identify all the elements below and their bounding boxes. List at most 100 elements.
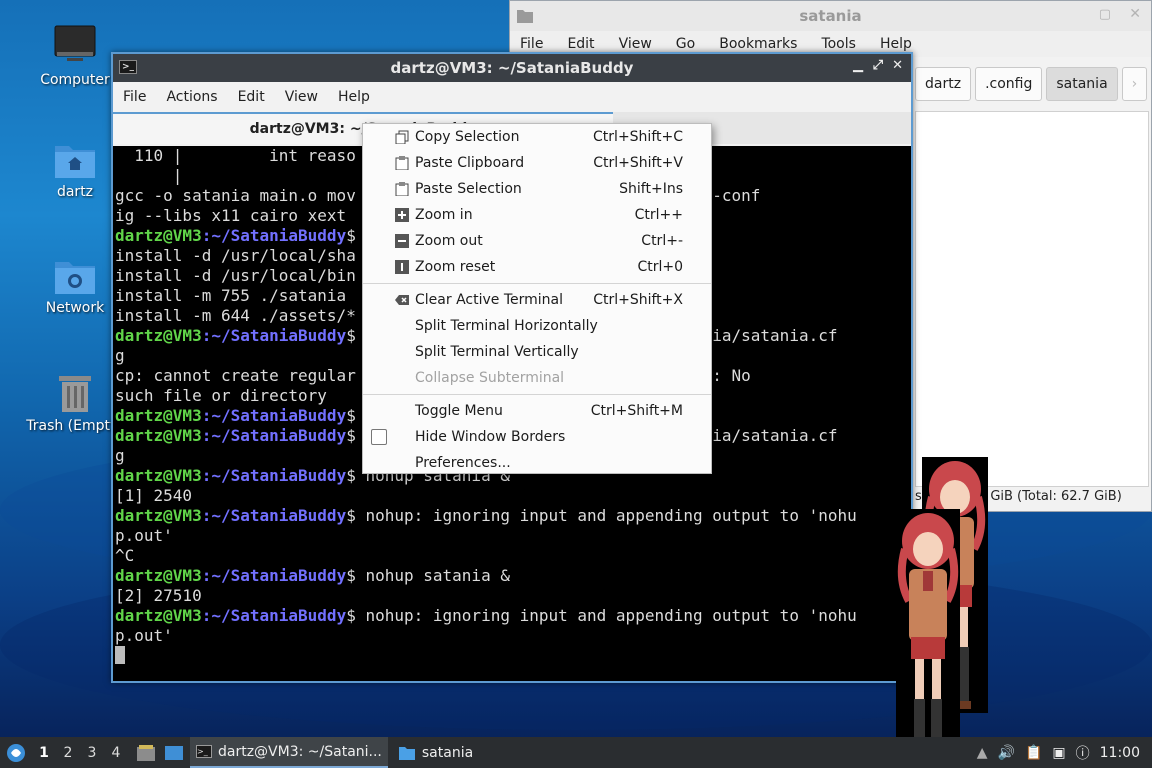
workspace-3[interactable]: 3 (80, 745, 104, 761)
terminal-line: p.out' (115, 526, 173, 545)
prompt-user: dartz@VM3 (115, 566, 202, 585)
fm-menu-go[interactable]: Go (676, 36, 695, 52)
fm-menu-tools[interactable]: Tools (821, 36, 856, 52)
network-folder-icon (55, 262, 95, 294)
system-tray: ▲ 🔊 📋 ▣ ⓘ 11:00 (977, 743, 1152, 763)
paste-icon (395, 182, 409, 196)
clipboard-icon[interactable]: 📋 (1025, 745, 1042, 761)
terminal-titlebar[interactable]: >_ dartz@VM3: ~/SataniaBuddy ▁ ⤢ ✕ (113, 54, 911, 82)
terminal-icon: >_ (196, 745, 212, 758)
menu-item-preferences[interactable]: Preferences... (363, 450, 711, 476)
clock[interactable]: 11:00 (1100, 745, 1140, 761)
workspace-1[interactable]: 1 (32, 745, 56, 761)
prompt-user: dartz@VM3 (115, 606, 202, 625)
prompt-user: dartz@VM3 (115, 226, 202, 245)
menu-item-split-terminal-horizontally[interactable]: Split Terminal Horizontally (363, 313, 711, 339)
fm-menu-view[interactable]: View (619, 36, 652, 52)
file-manager-launcher-icon[interactable] (136, 744, 156, 762)
workspace-2[interactable]: 2 (56, 745, 80, 761)
terminal-context-menu: Copy Selection Ctrl+Shift+C Paste Clipboar… (362, 123, 712, 474)
menu-item-label: Split Terminal Horizontally (415, 318, 598, 334)
menu-item-label: Collapse Subterminal (415, 370, 565, 386)
menu-item-shortcut: Ctrl++ (634, 207, 683, 223)
task-terminal[interactable]: >_ dartz@VM3: ~/Satani... (190, 737, 388, 768)
menu-item-paste-selection[interactable]: Paste Selection Shift+Ins (363, 176, 711, 202)
fm-menu-edit[interactable]: Edit (567, 36, 594, 52)
computer-icon (54, 25, 96, 61)
menu-item-hide-window-borders[interactable]: Hide Window Borders (363, 424, 711, 450)
prompt-dir: :~/SataniaBuddy (201, 226, 347, 245)
term-menu-edit[interactable]: Edit (238, 89, 265, 105)
updates-icon[interactable]: ⓘ (1076, 743, 1090, 763)
menu-item-label: Preferences... (415, 455, 511, 471)
line-text: $ (346, 226, 356, 245)
close-icon[interactable]: ✕ (1129, 6, 1141, 22)
terminal-cursor-line (115, 646, 911, 666)
menu-item-clear-active-terminal[interactable]: Clear Active Terminal Ctrl+Shift+X (363, 287, 711, 313)
menu-item-label: Clear Active Terminal (415, 292, 563, 308)
menu-item-toggle-menu[interactable]: Toggle Menu Ctrl+Shift+M (363, 398, 711, 424)
menu-item-zoom-reset[interactable]: Zoom reset Ctrl+0 (363, 254, 711, 280)
menu-item-zoom-in[interactable]: Zoom in Ctrl++ (363, 202, 711, 228)
term-menu-file[interactable]: File (123, 89, 146, 105)
menu-separator (363, 394, 711, 395)
terminal-line: dartz@VM3:~/SataniaBuddy$ nohup: ignorin… (115, 606, 911, 626)
path-segment-satania[interactable]: satania (1046, 67, 1118, 101)
checkbox[interactable] (371, 429, 387, 445)
menu-item-shortcut: Ctrl+Shift+M (590, 403, 683, 419)
task-satania-folder[interactable]: satania (392, 737, 479, 768)
terminal-menubar: File Actions Edit View Help (113, 82, 911, 112)
menu-item-split-terminal-vertically[interactable]: Split Terminal Vertically (363, 339, 711, 365)
trash-icon (59, 376, 91, 412)
terminal-line: [2] 27510 (115, 586, 202, 605)
close-icon[interactable]: ✕ (892, 58, 903, 73)
copy-icon (395, 130, 409, 144)
menu-item-label: Toggle Menu (415, 403, 503, 419)
menu-item-shortcut: Shift+Ins (619, 181, 683, 197)
start-menu-icon[interactable] (6, 743, 26, 763)
menu-item-shortcut: Ctrl+Shift+X (593, 292, 683, 308)
minimize-icon[interactable]: ▁ (853, 58, 863, 73)
term-menu-actions[interactable]: Actions (166, 89, 217, 105)
terminal-line: ^C (115, 546, 135, 565)
menu-item-copy-selection[interactable]: Copy Selection Ctrl+Shift+C (363, 124, 711, 150)
restore-icon[interactable]: ▢ (1099, 7, 1111, 22)
menu-item-label: Paste Selection (415, 181, 522, 197)
terminal-title: dartz@VM3: ~/SataniaBuddy (390, 59, 634, 77)
term-menu-help[interactable]: Help (338, 89, 370, 105)
fm-menu-bookmarks[interactable]: Bookmarks (719, 36, 797, 52)
path-segment-dartz[interactable]: dartz (915, 67, 972, 101)
menu-item-label: Hide Window Borders (415, 429, 566, 445)
maximize-icon[interactable]: ⤢ (873, 58, 883, 73)
taskbar: 1 2 3 4 >_ dartz@VM3: ~/Satani... satani… (0, 737, 1152, 768)
terminal-app-icon: >_ (119, 60, 137, 74)
menu-item-label: Split Terminal Vertically (415, 344, 579, 360)
path-segment-config[interactable]: .config (975, 67, 1043, 101)
satania-sprite[interactable] (896, 509, 960, 765)
fm-menu-help[interactable]: Help (880, 36, 912, 52)
menu-item-paste-clipboard[interactable]: Paste Clipboard Ctrl+Shift+V (363, 150, 711, 176)
prompt-dir: :~/SataniaBuddy (201, 506, 347, 525)
show-desktop-icon[interactable] (164, 744, 184, 762)
menu-item-collapse-subterminal: Collapse Subterminal (363, 365, 711, 391)
file-manager-titlebar[interactable]: satania ▢ ✕ (510, 1, 1151, 31)
prompt-dir: :~/SataniaBuddy (201, 606, 347, 625)
home-folder-icon (55, 146, 95, 178)
fm-menu-file[interactable]: File (520, 36, 543, 52)
zoom-in-icon (395, 208, 409, 222)
prompt-user: dartz@VM3 (115, 506, 202, 525)
menu-item-label: Zoom in (415, 207, 473, 223)
zoom-out-icon (395, 234, 409, 248)
line-text: $ nohup: ignoring input and appending ou… (346, 606, 857, 625)
term-menu-view[interactable]: View (285, 89, 318, 105)
volume-icon[interactable]: 🔊 (998, 745, 1015, 761)
menu-item-zoom-out[interactable]: Zoom out Ctrl+- (363, 228, 711, 254)
terminal-line: [1] 2540 (115, 486, 193, 505)
tray-up-arrow-icon[interactable]: ▲ (977, 745, 988, 761)
workspace-4[interactable]: 4 (104, 745, 128, 761)
path-forward-icon[interactable]: › (1121, 67, 1148, 101)
file-manager-title: satania (799, 7, 862, 25)
network-icon[interactable]: ▣ (1052, 745, 1065, 761)
file-list-pane[interactable] (915, 111, 1149, 487)
prompt-user: dartz@VM3 (115, 326, 202, 345)
